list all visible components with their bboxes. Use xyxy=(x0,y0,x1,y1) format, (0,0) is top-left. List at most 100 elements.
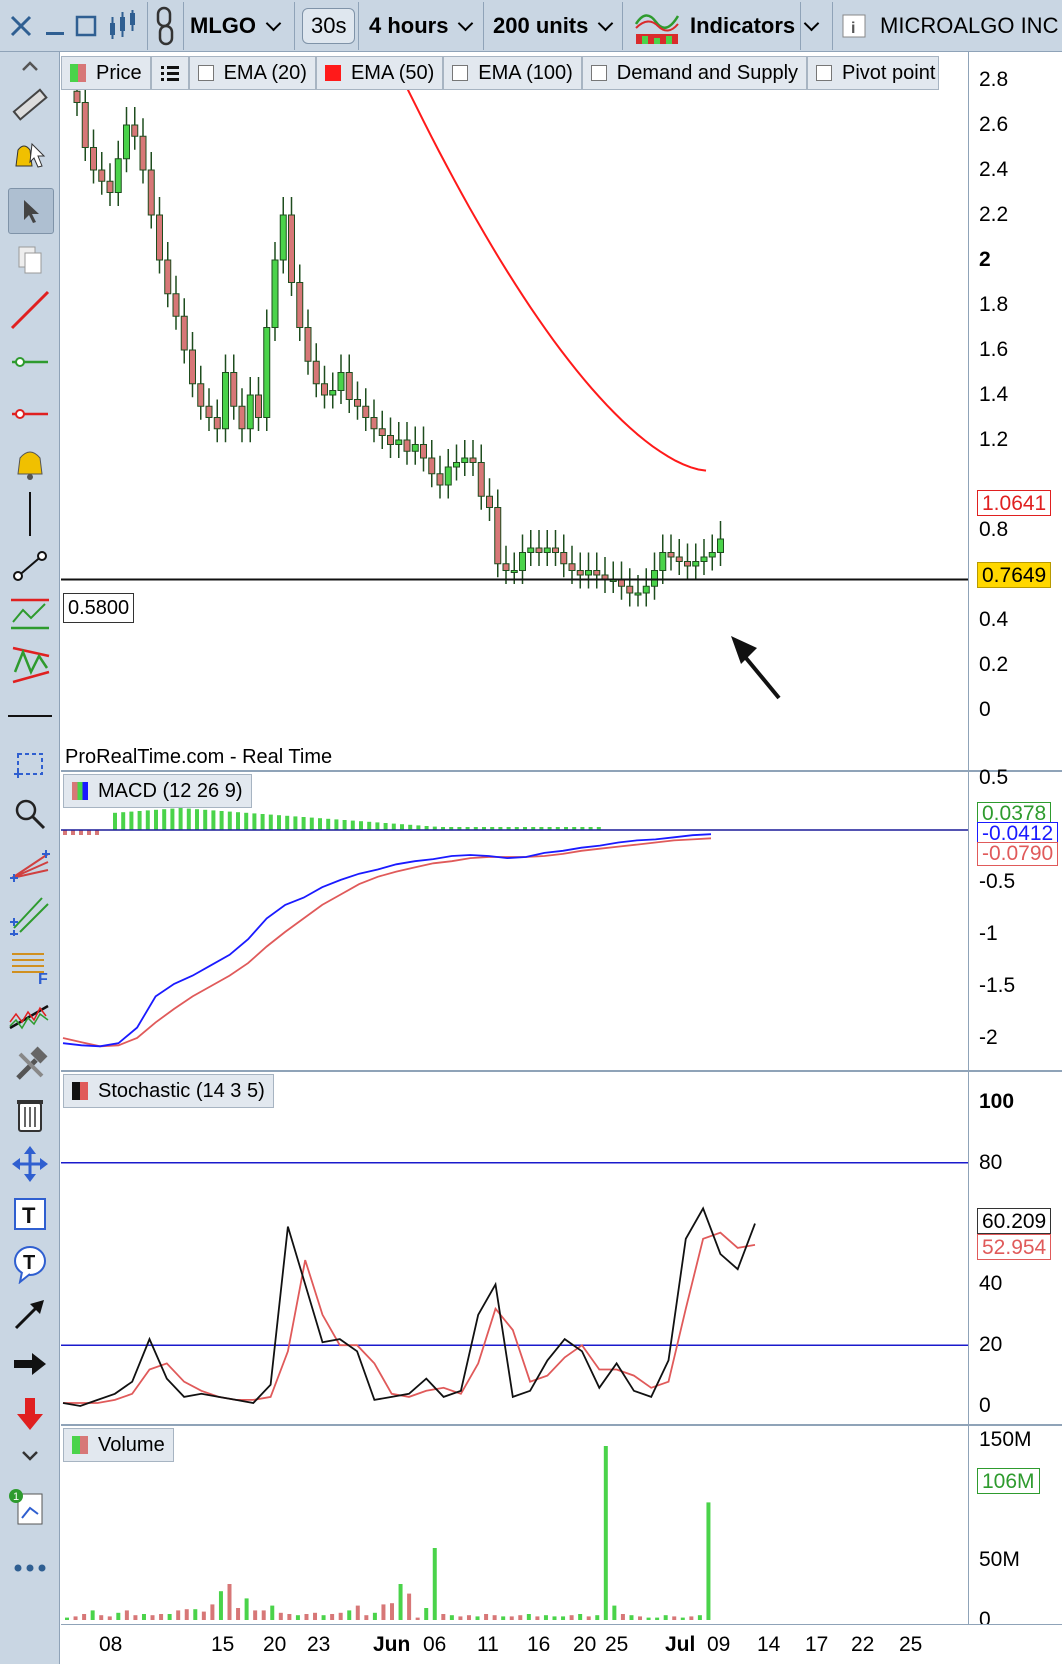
candle-body xyxy=(271,259,279,328)
legend-demand-supply[interactable]: Demand and Supply xyxy=(581,56,808,90)
legend-list-icon[interactable] xyxy=(150,56,189,90)
legend-ema100[interactable]: EMA (100) xyxy=(443,56,582,90)
candle-body xyxy=(255,394,262,418)
arrow-line-icon[interactable] xyxy=(8,1292,52,1336)
text-bubble-icon[interactable]: T xyxy=(8,1242,52,1286)
stoch-y-tick: 80 xyxy=(979,1150,1003,1174)
tools-icon[interactable] xyxy=(8,1044,52,1088)
alert-cursor-icon[interactable] xyxy=(8,134,52,178)
candle-body xyxy=(527,547,535,553)
legend-volume[interactable]: Volume xyxy=(63,1428,174,1462)
copy-icon[interactable] xyxy=(8,238,52,282)
macd-histogram-bar xyxy=(121,812,126,830)
legend-stochastic[interactable]: Stochastic (14 3 5) xyxy=(63,1074,274,1108)
macd-y-axis[interactable]: 0.5 -0.5 -1 -1.5 -2 0.0378 -0.0412 -0.0790 xyxy=(968,766,1062,1070)
ruler-icon[interactable] xyxy=(8,84,52,128)
fibonacci-retracement-icon[interactable]: F xyxy=(8,944,52,988)
macd-signal-tag: -0.0790 xyxy=(977,842,1059,866)
volume-bar xyxy=(287,1614,292,1620)
zoom-icon[interactable] xyxy=(8,792,52,836)
candle-body xyxy=(189,349,196,385)
price-y-tick: 1.4 xyxy=(979,383,1009,406)
macd-histogram-bar xyxy=(268,814,273,830)
legend-pivot-point[interactable]: Pivot point xyxy=(807,56,940,90)
candle-body xyxy=(131,124,139,137)
legend-ema50[interactable]: EMA (50) xyxy=(315,56,444,90)
candle-body xyxy=(403,439,411,452)
x-axis[interactable]: 08 15 20 23 Jun 06 11 16 20 25 Jul 09 14 17 22 25 xyxy=(61,1624,1062,1664)
candlestick-type-icon[interactable] xyxy=(106,4,140,48)
candle-body xyxy=(667,552,675,558)
instrument-name: MICROALGO INC xyxy=(880,13,1059,38)
stochastic-panel[interactable]: Stochastic (14 3 5) xyxy=(61,1072,968,1424)
close-icon[interactable] xyxy=(8,4,34,48)
horizontal-ray-icon[interactable] xyxy=(8,694,52,738)
candle-body xyxy=(576,570,584,576)
volume-bar xyxy=(176,1610,181,1620)
right-arrow-icon[interactable] xyxy=(8,1342,52,1386)
price-panel[interactable]: Price EMA (20) EMA (50) EMA (100) Demand… xyxy=(61,52,968,770)
price-y-axis[interactable]: 2.82.62.42.221.81.61.41.20.80.60.40.20 1… xyxy=(968,52,1062,770)
legend-ema20[interactable]: EMA (20) xyxy=(188,56,316,90)
period-selector[interactable]: 4 hours xyxy=(369,4,477,48)
text-box-icon[interactable]: T xyxy=(8,1192,52,1236)
units-selector[interactable]: 200 units xyxy=(493,4,617,48)
volume-bar xyxy=(338,1612,343,1620)
volume-bar xyxy=(689,1616,694,1620)
symbol-selector[interactable]: MLGO xyxy=(190,4,285,48)
refresh-rate-button[interactable]: 30s xyxy=(302,4,356,48)
stochastic-y-axis[interactable]: 100 80 40 20 0 60.209 52.954 xyxy=(968,1072,1062,1424)
volume-bar xyxy=(509,1616,514,1620)
move-icon[interactable] xyxy=(8,1142,52,1186)
volume-panel[interactable]: Volume xyxy=(61,1426,968,1624)
trend-line-icon[interactable] xyxy=(8,288,52,332)
macd-chart[interactable] xyxy=(61,772,968,1070)
link-icon[interactable] xyxy=(153,4,177,48)
more-icon[interactable] xyxy=(8,1546,52,1590)
price-y-tick: 1.2 xyxy=(979,428,1009,451)
stochastic-chart[interactable] xyxy=(61,1072,968,1424)
x-axis-tick: 08 xyxy=(99,1633,123,1656)
fibonacci-fan-icon[interactable] xyxy=(8,842,52,886)
legend-macd[interactable]: MACD (12 26 9) xyxy=(63,774,252,808)
hline-label[interactable]: 0.5800 xyxy=(63,593,135,623)
macd-panel[interactable]: MACD (12 26 9) xyxy=(61,772,968,1070)
trash-icon[interactable] xyxy=(8,1092,52,1136)
scroll-up-icon[interactable] xyxy=(8,56,52,76)
price-y-tick: 2 xyxy=(979,248,991,271)
alerts-notification-icon[interactable]: 1 xyxy=(8,1488,52,1532)
wave-drawing-icon[interactable] xyxy=(8,992,52,1036)
down-arrow-red-icon[interactable] xyxy=(8,1392,52,1436)
candle-body xyxy=(98,169,106,182)
macd-line xyxy=(62,833,712,1048)
alert-bell-icon[interactable] xyxy=(8,442,52,486)
scroll-down-icon[interactable] xyxy=(8,1444,52,1468)
rectangle-tool-icon[interactable] xyxy=(8,742,52,786)
channel-icon[interactable] xyxy=(8,592,52,636)
candle-body xyxy=(279,214,287,261)
volume-bar xyxy=(150,1615,155,1620)
horizontal-line-red-icon[interactable] xyxy=(8,392,52,436)
triangle-channel-icon[interactable] xyxy=(8,642,52,686)
volume-y-axis[interactable]: 150M 50M 0 106M xyxy=(968,1426,1062,1631)
legend-price[interactable]: Price xyxy=(61,56,151,90)
indicators-dropdown[interactable] xyxy=(802,4,823,48)
source-label: ProRealTime.com - Real Time xyxy=(65,746,333,768)
info-icon[interactable]: i xyxy=(842,4,866,48)
horizontal-line-green-icon[interactable] xyxy=(8,340,52,384)
indicators-button[interactable]: Indicators xyxy=(634,4,795,48)
volume-bar xyxy=(561,1616,566,1620)
svg-text:F: F xyxy=(38,971,48,986)
minimize-icon[interactable] xyxy=(44,4,66,48)
parallel-lines-icon[interactable] xyxy=(8,892,52,936)
volume-bar xyxy=(415,1617,420,1620)
segment-icon[interactable] xyxy=(8,544,52,588)
maximize-icon[interactable] xyxy=(74,4,98,48)
pointer-icon[interactable] xyxy=(8,188,54,234)
volume-bar xyxy=(663,1615,668,1620)
macd-histogram-bar xyxy=(236,812,240,830)
price-chart[interactable] xyxy=(61,52,968,770)
vertical-line-icon[interactable] xyxy=(8,492,52,536)
volume-chart[interactable] xyxy=(61,1426,968,1624)
candle-body xyxy=(675,556,683,562)
